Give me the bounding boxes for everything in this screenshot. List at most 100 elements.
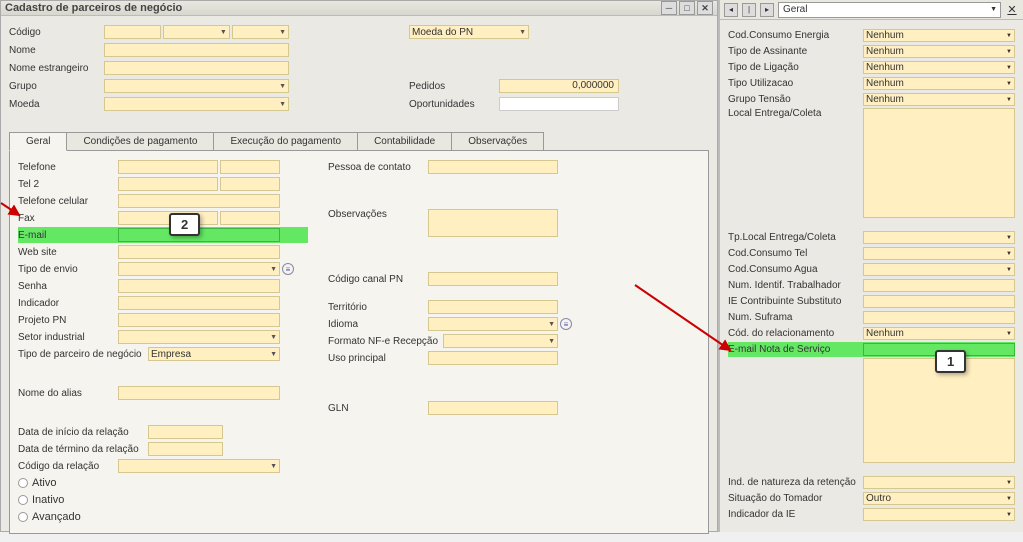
tab-content: Telefone Tel 2 Telefone celular Fax E-ma… — [9, 151, 709, 534]
label-setor-industrial: Setor industrial — [18, 332, 118, 343]
cod-consumo-tel-dropdown[interactable] — [863, 247, 1015, 260]
senha-input[interactable] — [118, 279, 280, 293]
tipo-parceiro-dropdown[interactable]: Empresa — [148, 347, 280, 361]
label-idioma: Idioma — [328, 319, 428, 330]
side-close-button[interactable]: ✕ — [1005, 3, 1019, 17]
tel2-ext-input[interactable] — [220, 177, 280, 191]
num-suframa-input[interactable] — [863, 311, 1015, 324]
gln-input[interactable] — [428, 401, 558, 415]
cod-consumo-energia-dropdown[interactable]: Nenhum — [863, 29, 1015, 42]
label-nome-estrangeiro: Nome estrangeiro — [9, 63, 104, 74]
tipo-envio-dropdown[interactable] — [118, 262, 280, 276]
nome-alias-input[interactable] — [118, 386, 280, 400]
data-inicio-input[interactable] — [148, 425, 223, 439]
tipo-ligacao-dropdown[interactable]: Nenhum — [863, 61, 1015, 74]
label-tp-local: Tp.Local Entrega/Coleta — [728, 232, 863, 243]
callout-1: 1 — [935, 350, 966, 373]
cod-consumo-agua-dropdown[interactable] — [863, 263, 1015, 276]
label-situacao-tomador: Situação do Tomador — [728, 493, 863, 504]
situacao-tomador-dropdown[interactable]: Outro — [863, 492, 1015, 505]
pedidos-input[interactable]: 0,000000 — [499, 79, 619, 93]
radio-inativo[interactable] — [18, 495, 28, 505]
main-window: Cadastro de parceiros de negócio ─ □ ✕ C… — [0, 0, 718, 532]
nome-estrangeiro-input[interactable] — [104, 61, 289, 75]
label-nome-alias: Nome do alias — [18, 388, 118, 399]
codigo-input[interactable] — [104, 25, 161, 39]
label-tipo-envio: Tipo de envio — [18, 264, 118, 275]
label-tel-celular: Telefone celular — [18, 196, 118, 207]
oportunidades-input[interactable] — [499, 97, 619, 111]
tab-execucao[interactable]: Execução do pagamento — [213, 132, 358, 150]
arrow-icon-2 — [0, 195, 29, 225]
cod-relacionamento-dropdown[interactable]: Nenhum — [863, 327, 1015, 340]
telefone-input[interactable] — [118, 160, 218, 174]
codigo-relacao-dropdown[interactable] — [118, 459, 280, 473]
tab-observacoes[interactable]: Observações — [451, 132, 544, 150]
local-entrega-textarea[interactable] — [863, 108, 1015, 218]
label-projeto-pn: Projeto PN — [18, 315, 118, 326]
tp-local-dropdown[interactable] — [863, 231, 1015, 244]
label-tipo-utilizacao: Tipo Utilizacao — [728, 78, 863, 89]
label-ie-contribuinte: IE Contribuinte Substituto — [728, 296, 863, 307]
telefone-ext-input[interactable] — [220, 160, 280, 174]
tel2-input[interactable] — [118, 177, 218, 191]
side-category-dropdown[interactable]: Geral — [778, 2, 1001, 18]
ind-natureza-dropdown[interactable] — [863, 476, 1015, 489]
label-gln: GLN — [328, 403, 428, 414]
nav-prev-button[interactable]: | — [742, 3, 756, 17]
info-icon-idioma[interactable]: ≡ — [560, 318, 572, 330]
tel-celular-input[interactable] — [118, 194, 280, 208]
codigo-type-dropdown[interactable] — [163, 25, 230, 39]
moeda-pn-dropdown[interactable]: Moeda do PN — [409, 25, 529, 39]
filler-textarea[interactable] — [863, 358, 1015, 463]
fax-input[interactable] — [118, 211, 218, 225]
titlebar: Cadastro de parceiros de negócio ─ □ ✕ — [1, 1, 717, 16]
tab-condicoes[interactable]: Condições de pagamento — [66, 132, 214, 150]
pessoa-contato-input[interactable] — [428, 160, 558, 174]
content: Código Nome Nome estrangeiro Grupo — [1, 16, 717, 542]
fax-ext-input[interactable] — [220, 211, 280, 225]
territorio-input[interactable] — [428, 300, 558, 314]
setor-industrial-dropdown[interactable] — [118, 330, 280, 344]
label-tipo-parceiro: Tipo de parceiro de negócio — [18, 349, 148, 360]
nav-first-button[interactable]: ◂ — [724, 3, 738, 17]
radio-avancado[interactable] — [18, 512, 28, 522]
num-identif-input[interactable] — [863, 279, 1015, 292]
codigo-canal-input[interactable] — [428, 272, 558, 286]
label-cod-consumo-tel: Cod.Consumo Tel — [728, 248, 863, 259]
observacoes-input[interactable] — [428, 209, 558, 237]
data-termino-input[interactable] — [148, 442, 223, 456]
codigo-extra-dropdown[interactable] — [232, 25, 289, 39]
ie-contribuinte-input[interactable] — [863, 295, 1015, 308]
grupo-dropdown[interactable] — [104, 79, 289, 93]
idioma-dropdown[interactable] — [428, 317, 558, 331]
tab-contabilidade[interactable]: Contabilidade — [357, 132, 452, 150]
arrow-icon-1 — [630, 280, 740, 360]
label-indicador: Indicador — [18, 298, 118, 309]
side-panel: ◂ | ▸ Geral ✕ Cod.Consumo EnergiaNenhum … — [718, 0, 1023, 532]
radio-ativo[interactable] — [18, 478, 28, 488]
maximize-button[interactable]: □ — [679, 1, 695, 15]
indicador-ie-dropdown[interactable] — [863, 508, 1015, 521]
tabs: Geral Condições de pagamento Execução do… — [9, 132, 709, 151]
minimize-button[interactable]: ─ — [661, 1, 677, 15]
label-oportunidades: Oportunidades — [409, 99, 499, 110]
uso-principal-input[interactable] — [428, 351, 558, 365]
nome-input[interactable] — [104, 43, 289, 57]
close-button[interactable]: ✕ — [697, 1, 713, 15]
tab-geral[interactable]: Geral — [9, 132, 67, 151]
nav-next-button[interactable]: ▸ — [760, 3, 774, 17]
moeda-dropdown[interactable] — [104, 97, 289, 111]
tipo-assinante-dropdown[interactable]: Nenhum — [863, 45, 1015, 58]
callout-2: 2 — [169, 213, 200, 236]
formato-nfe-dropdown[interactable] — [443, 334, 558, 348]
info-icon[interactable]: ≡ — [282, 263, 294, 275]
tipo-utilizacao-dropdown[interactable]: Nenhum — [863, 77, 1015, 90]
label-nome: Nome — [9, 45, 104, 56]
grupo-tensao-dropdown[interactable]: Nenhum — [863, 93, 1015, 106]
indicador-input[interactable] — [118, 296, 280, 310]
label-formato-nfe: Formato NF-e Recepção — [328, 336, 443, 347]
label-cod-consumo-energia: Cod.Consumo Energia — [728, 30, 863, 41]
projeto-pn-input[interactable] — [118, 313, 280, 327]
website-input[interactable] — [118, 245, 280, 259]
